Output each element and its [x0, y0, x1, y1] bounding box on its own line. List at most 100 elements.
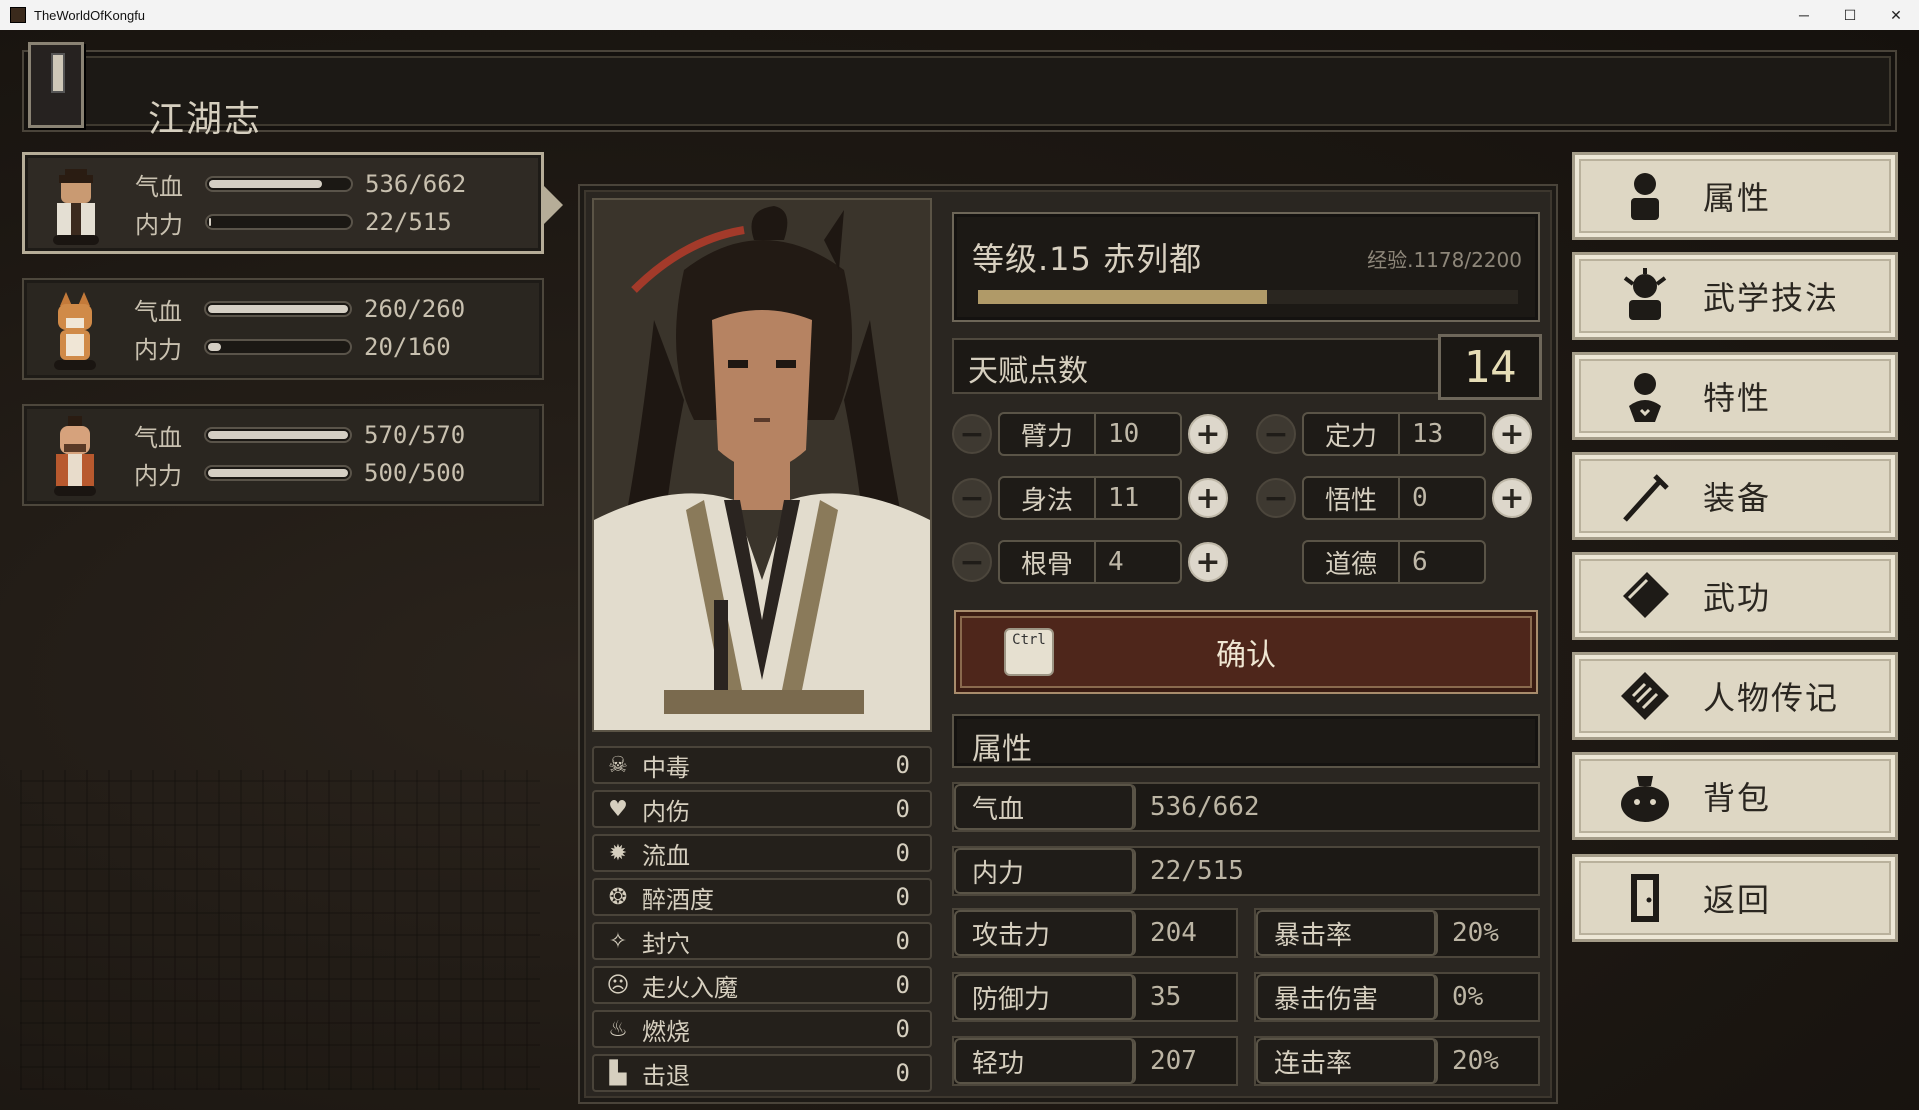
mp-value: 20/160	[364, 333, 451, 361]
attribute-focus: − 定力 13 +	[1256, 412, 1536, 456]
detail-combo-row: 连击率 20%	[1254, 1036, 1540, 1086]
level-and-name: 等级.15 赤列都	[972, 240, 1203, 278]
attribute-box: 臂力 10	[998, 412, 1182, 456]
menu-label: 背包	[1703, 779, 1772, 817]
avatar-swordsman	[53, 169, 99, 245]
boot-icon: ▙	[609, 1060, 627, 1086]
attribute-value: 6	[1412, 547, 1428, 577]
constitution-minus-button[interactable]: −	[952, 542, 992, 582]
hp-label: 气血	[135, 172, 183, 201]
attribute-value: 11	[1108, 483, 1140, 513]
trait-icon	[1629, 373, 1661, 422]
attribute-box: 定力 13	[1302, 412, 1486, 456]
ctrl-key-icon: Ctrl	[1004, 628, 1054, 676]
menu-traits-button[interactable]: 特性	[1572, 352, 1898, 440]
bag-icon	[1621, 776, 1669, 822]
status-row-poison: ☠ 中毒 0	[592, 746, 932, 784]
agility-plus-button[interactable]: +	[1188, 478, 1228, 518]
menu-biography-button[interactable]: 人物传记	[1572, 652, 1898, 740]
avatar-fox	[54, 292, 96, 370]
strength-minus-button[interactable]: −	[952, 414, 992, 454]
detail-crit-damage-row: 暴击伤害 0%	[1254, 972, 1540, 1022]
menu-equipment-button[interactable]: 装备	[1572, 452, 1898, 540]
menu-label: 武学技法	[1703, 279, 1840, 317]
attribute-name: 定力	[1304, 414, 1400, 454]
confirm-button[interactable]: Ctrl 确认	[954, 610, 1538, 694]
confirm-label: 确认	[1216, 638, 1276, 673]
door-icon	[1631, 874, 1659, 922]
level-panel: 等级.15 赤列都 经验.1178/2200	[952, 212, 1540, 322]
hp-value: 260/260	[364, 295, 466, 323]
party-member-card-2[interactable]: 气血 260/260 内力 20/160	[22, 278, 544, 380]
sword-icon	[1623, 474, 1669, 522]
comprehension-plus-button[interactable]: +	[1492, 478, 1532, 518]
menu-attributes-button[interactable]: 属性	[1572, 152, 1898, 240]
experience-text: 经验.1178/2200	[1367, 248, 1522, 272]
hp-value: 536/662	[365, 170, 467, 198]
hp-line: 气血 260/260	[134, 294, 466, 326]
window-controls: ─ ☐ ✕	[1781, 0, 1919, 30]
drunk-icon: ❂	[608, 884, 628, 910]
comprehension-minus-button[interactable]: −	[1256, 478, 1296, 518]
constitution-plus-button[interactable]: +	[1188, 542, 1228, 582]
attribute-comprehension: − 悟性 0 +	[1256, 476, 1536, 520]
mp-bar-fill	[209, 218, 211, 226]
attribute-name: 臂力	[1000, 414, 1096, 454]
strength-plus-button[interactable]: +	[1188, 414, 1228, 454]
menu-backpack-button[interactable]: 背包	[1572, 752, 1898, 840]
talent-points-label: 天赋点数	[968, 354, 1088, 389]
status-name: 走火入魔	[642, 973, 738, 1002]
background-floor	[20, 770, 540, 1090]
party-member-card-3[interactable]: 气血 570/570 内力 500/500	[22, 404, 544, 506]
status-row-knockback: ▙ 击退 0	[592, 1054, 932, 1092]
status-value: 0	[895, 883, 910, 911]
detail-hp-row: 气血 536/662	[952, 782, 1540, 832]
status-value: 0	[895, 971, 910, 999]
detail-value: 0%	[1452, 982, 1484, 1012]
status-name: 醉酒度	[642, 885, 714, 914]
book-icon	[1623, 572, 1669, 618]
mp-value: 500/500	[364, 459, 466, 487]
status-value: 0	[895, 927, 910, 955]
status-row-burning: ♨ 燃烧 0	[592, 1010, 932, 1048]
broken-heart-icon: ♥	[608, 796, 628, 822]
attribute-name: 道德	[1304, 542, 1400, 582]
poison-icon: ☠	[608, 752, 628, 778]
detail-label: 气血	[954, 784, 1136, 830]
mp-bar-fill	[208, 469, 348, 477]
hp-bar-fill	[208, 431, 348, 439]
status-value: 0	[895, 751, 910, 779]
focus-plus-button[interactable]: +	[1492, 414, 1532, 454]
window-titlebar: TheWorldOfKongfu ─ ☐ ✕	[0, 0, 1919, 30]
menu-kungfu-button[interactable]: 武功	[1572, 552, 1898, 640]
minimize-button[interactable]: ─	[1781, 0, 1827, 30]
attribute-agility: − 身法 11 +	[952, 476, 1232, 520]
close-button[interactable]: ✕	[1873, 0, 1919, 30]
mp-bar	[204, 465, 352, 481]
agility-minus-button[interactable]: −	[952, 478, 992, 518]
menu-return-button[interactable]: 返回	[1572, 854, 1898, 942]
status-name: 流血	[642, 841, 690, 870]
party-member-card-1[interactable]: 气血 536/662 内力 22/515	[22, 152, 563, 254]
detail-label: 内力	[954, 848, 1136, 894]
hp-bar	[204, 427, 352, 443]
talent-points-panel: 天赋点数 14	[952, 334, 1542, 400]
detail-label: 暴击率	[1256, 910, 1438, 956]
window-title: TheWorldOfKongfu	[34, 7, 146, 23]
attribute-box: 身法 11	[998, 476, 1182, 520]
mp-label: 内力	[134, 335, 182, 364]
mp-bar	[204, 339, 352, 355]
menu-martial-skills-button[interactable]: 武学技法	[1572, 252, 1898, 340]
attribute-strength: − 臂力 10 +	[952, 412, 1232, 456]
detail-value: 35	[1150, 982, 1182, 1012]
maximize-button[interactable]: ☐	[1827, 0, 1873, 30]
status-row-internal-injury: ♥ 内伤 0	[592, 790, 932, 828]
status-name: 内伤	[642, 797, 690, 826]
hp-value: 570/570	[364, 421, 466, 449]
detail-defense-row: 防御力 35	[952, 972, 1238, 1022]
fire-icon: ♨	[608, 1016, 628, 1042]
attribute-value: 0	[1412, 483, 1428, 513]
focus-minus-button[interactable]: −	[1256, 414, 1296, 454]
attribute-value: 4	[1108, 547, 1124, 577]
attribute-constitution: − 根骨 4 +	[952, 540, 1232, 584]
